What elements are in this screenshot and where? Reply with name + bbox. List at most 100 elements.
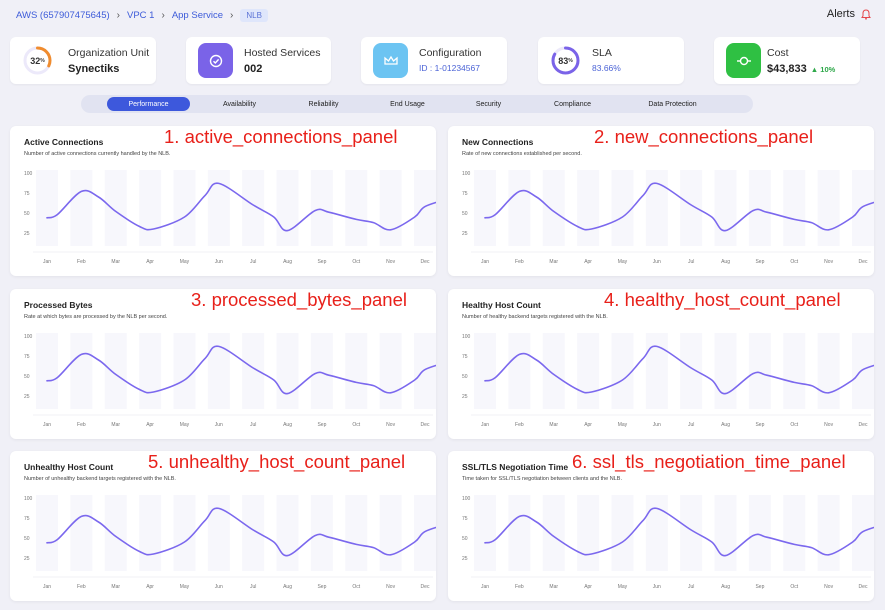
x-tick-label: Mar — [111, 584, 120, 590]
grid-band — [379, 333, 402, 409]
org-unit-value: Synectiks — [68, 63, 120, 75]
line-chart: 100 75 50 25 Jan Feb Mar Apr May Jun Jul Aug Sep Oct N… — [462, 495, 874, 590]
x-tick-label: Jun — [215, 259, 223, 265]
x-tick-label: Oct — [352, 422, 360, 428]
grid-band — [508, 495, 531, 571]
x-tick-label: Dec — [421, 584, 430, 590]
grid-band — [36, 170, 58, 246]
grid-band — [783, 495, 806, 571]
hosted-services-label: Hosted Services — [244, 47, 321, 59]
org-unit-card[interactable]: 32% Organization Unit Synectiks — [10, 37, 156, 84]
y-tick-label: 25 — [24, 394, 30, 400]
x-tick-label: Nov — [824, 584, 833, 590]
breadcrumb-account[interactable]: AWS (657907475645) — [16, 10, 110, 21]
chevron-right-icon: › — [230, 10, 234, 21]
tab-reliability[interactable]: Reliability — [282, 97, 365, 111]
grid-band — [104, 170, 127, 246]
x-tick-label: Feb — [515, 584, 524, 590]
grid-band — [474, 495, 496, 571]
breadcrumb-app[interactable]: App Service — [172, 10, 223, 21]
grid-band — [852, 170, 874, 246]
x-tick-label: Jun — [215, 422, 223, 428]
x-tick-label: Oct — [352, 259, 360, 265]
active-connections-panel: Active Connections Number of active conn… — [10, 126, 436, 276]
x-tick-label: Aug — [283, 422, 292, 428]
y-tick-label: 100 — [24, 496, 33, 502]
configuration-label: Configuration — [419, 47, 482, 59]
cost-value: $43,833 — [767, 63, 807, 75]
healthy-host-count-panel: Healthy Host Count Number of healthy bac… — [448, 289, 874, 439]
tab-end-usage[interactable]: End Usage — [366, 97, 449, 111]
sla-card[interactable]: 83% SLA 83.66% — [538, 37, 684, 84]
alerts-label: Alerts — [826, 8, 855, 20]
cost-icon — [726, 43, 761, 78]
hosted-services-card[interactable]: Hosted Services 002 — [186, 37, 331, 84]
grid-band — [645, 333, 668, 409]
tab-compliance[interactable]: Compliance — [531, 97, 614, 111]
tab-availability[interactable]: Availability — [198, 97, 281, 111]
grid-band — [611, 495, 634, 571]
grid-band — [207, 333, 230, 409]
breadcrumb: AWS (657907475645) › VPC 1 › App Service… — [16, 9, 268, 22]
y-tick-label: 25 — [24, 556, 30, 562]
x-tick-label: Nov — [386, 259, 395, 265]
new-connections-panel: New Connections Rate of new connections … — [448, 126, 874, 276]
grid-band — [70, 170, 93, 246]
grid-band — [817, 170, 840, 246]
y-tick-label: 50 — [24, 374, 30, 380]
grid-band — [139, 170, 162, 246]
grid-band — [345, 333, 368, 409]
y-tick-label: 25 — [24, 231, 30, 237]
grid-band — [508, 170, 531, 246]
grid-band — [852, 495, 874, 571]
breadcrumb-current: NLB — [240, 9, 268, 22]
grid-band — [611, 333, 634, 409]
x-tick-label: Jul — [688, 422, 694, 428]
x-tick-label: Sep — [317, 422, 326, 428]
grid-band — [276, 495, 299, 571]
grid-band — [207, 170, 230, 246]
tab-performance[interactable]: Performance — [107, 97, 190, 111]
x-tick-label: Dec — [859, 422, 868, 428]
y-tick-label: 50 — [462, 536, 468, 542]
x-tick-label: Aug — [283, 584, 292, 590]
x-tick-label: Aug — [283, 259, 292, 265]
sla-percent: 83 — [558, 55, 569, 66]
hosted-services-value: 002 — [244, 63, 263, 75]
cost-label: Cost — [767, 47, 789, 59]
x-tick-label: Jun — [653, 584, 661, 590]
x-tick-label: Feb — [515, 422, 524, 428]
x-tick-label: Apr — [584, 584, 592, 590]
grid-band — [680, 333, 703, 409]
grid-band — [242, 333, 265, 409]
grid-band — [645, 170, 668, 246]
alerts-button[interactable]: Alerts — [827, 8, 871, 20]
x-tick-label: Nov — [824, 422, 833, 428]
grid-band — [577, 170, 600, 246]
sla-label: SLA — [592, 47, 612, 59]
grid-band — [36, 495, 58, 571]
grid-band — [748, 495, 771, 571]
grid-band — [310, 495, 333, 571]
grid-band — [310, 170, 333, 246]
cost-trend: ▲ 10% — [810, 65, 836, 74]
configuration-card[interactable]: Configuration ID : 1-01234567 — [361, 37, 507, 84]
x-tick-label: Jul — [688, 584, 694, 590]
x-tick-label: Apr — [146, 584, 154, 590]
grid-band — [276, 333, 299, 409]
grid-band — [577, 495, 600, 571]
y-tick-label: 50 — [462, 211, 468, 217]
x-tick-label: Dec — [859, 584, 868, 590]
hosted-services-icon — [198, 43, 233, 78]
grid-band — [474, 170, 496, 246]
cost-card[interactable]: Cost $43,833 ▲ 10% — [714, 37, 860, 84]
grid-band — [345, 170, 368, 246]
tab-security[interactable]: Security — [447, 97, 530, 111]
tab-data-protection[interactable]: Data Protection — [631, 97, 714, 111]
grid-band — [645, 495, 668, 571]
y-tick-label: 50 — [462, 374, 468, 380]
x-tick-label: Jan — [43, 584, 51, 590]
breadcrumb-vpc[interactable]: VPC 1 — [127, 10, 154, 21]
grid-band — [714, 170, 737, 246]
x-tick-label: Oct — [790, 259, 798, 265]
